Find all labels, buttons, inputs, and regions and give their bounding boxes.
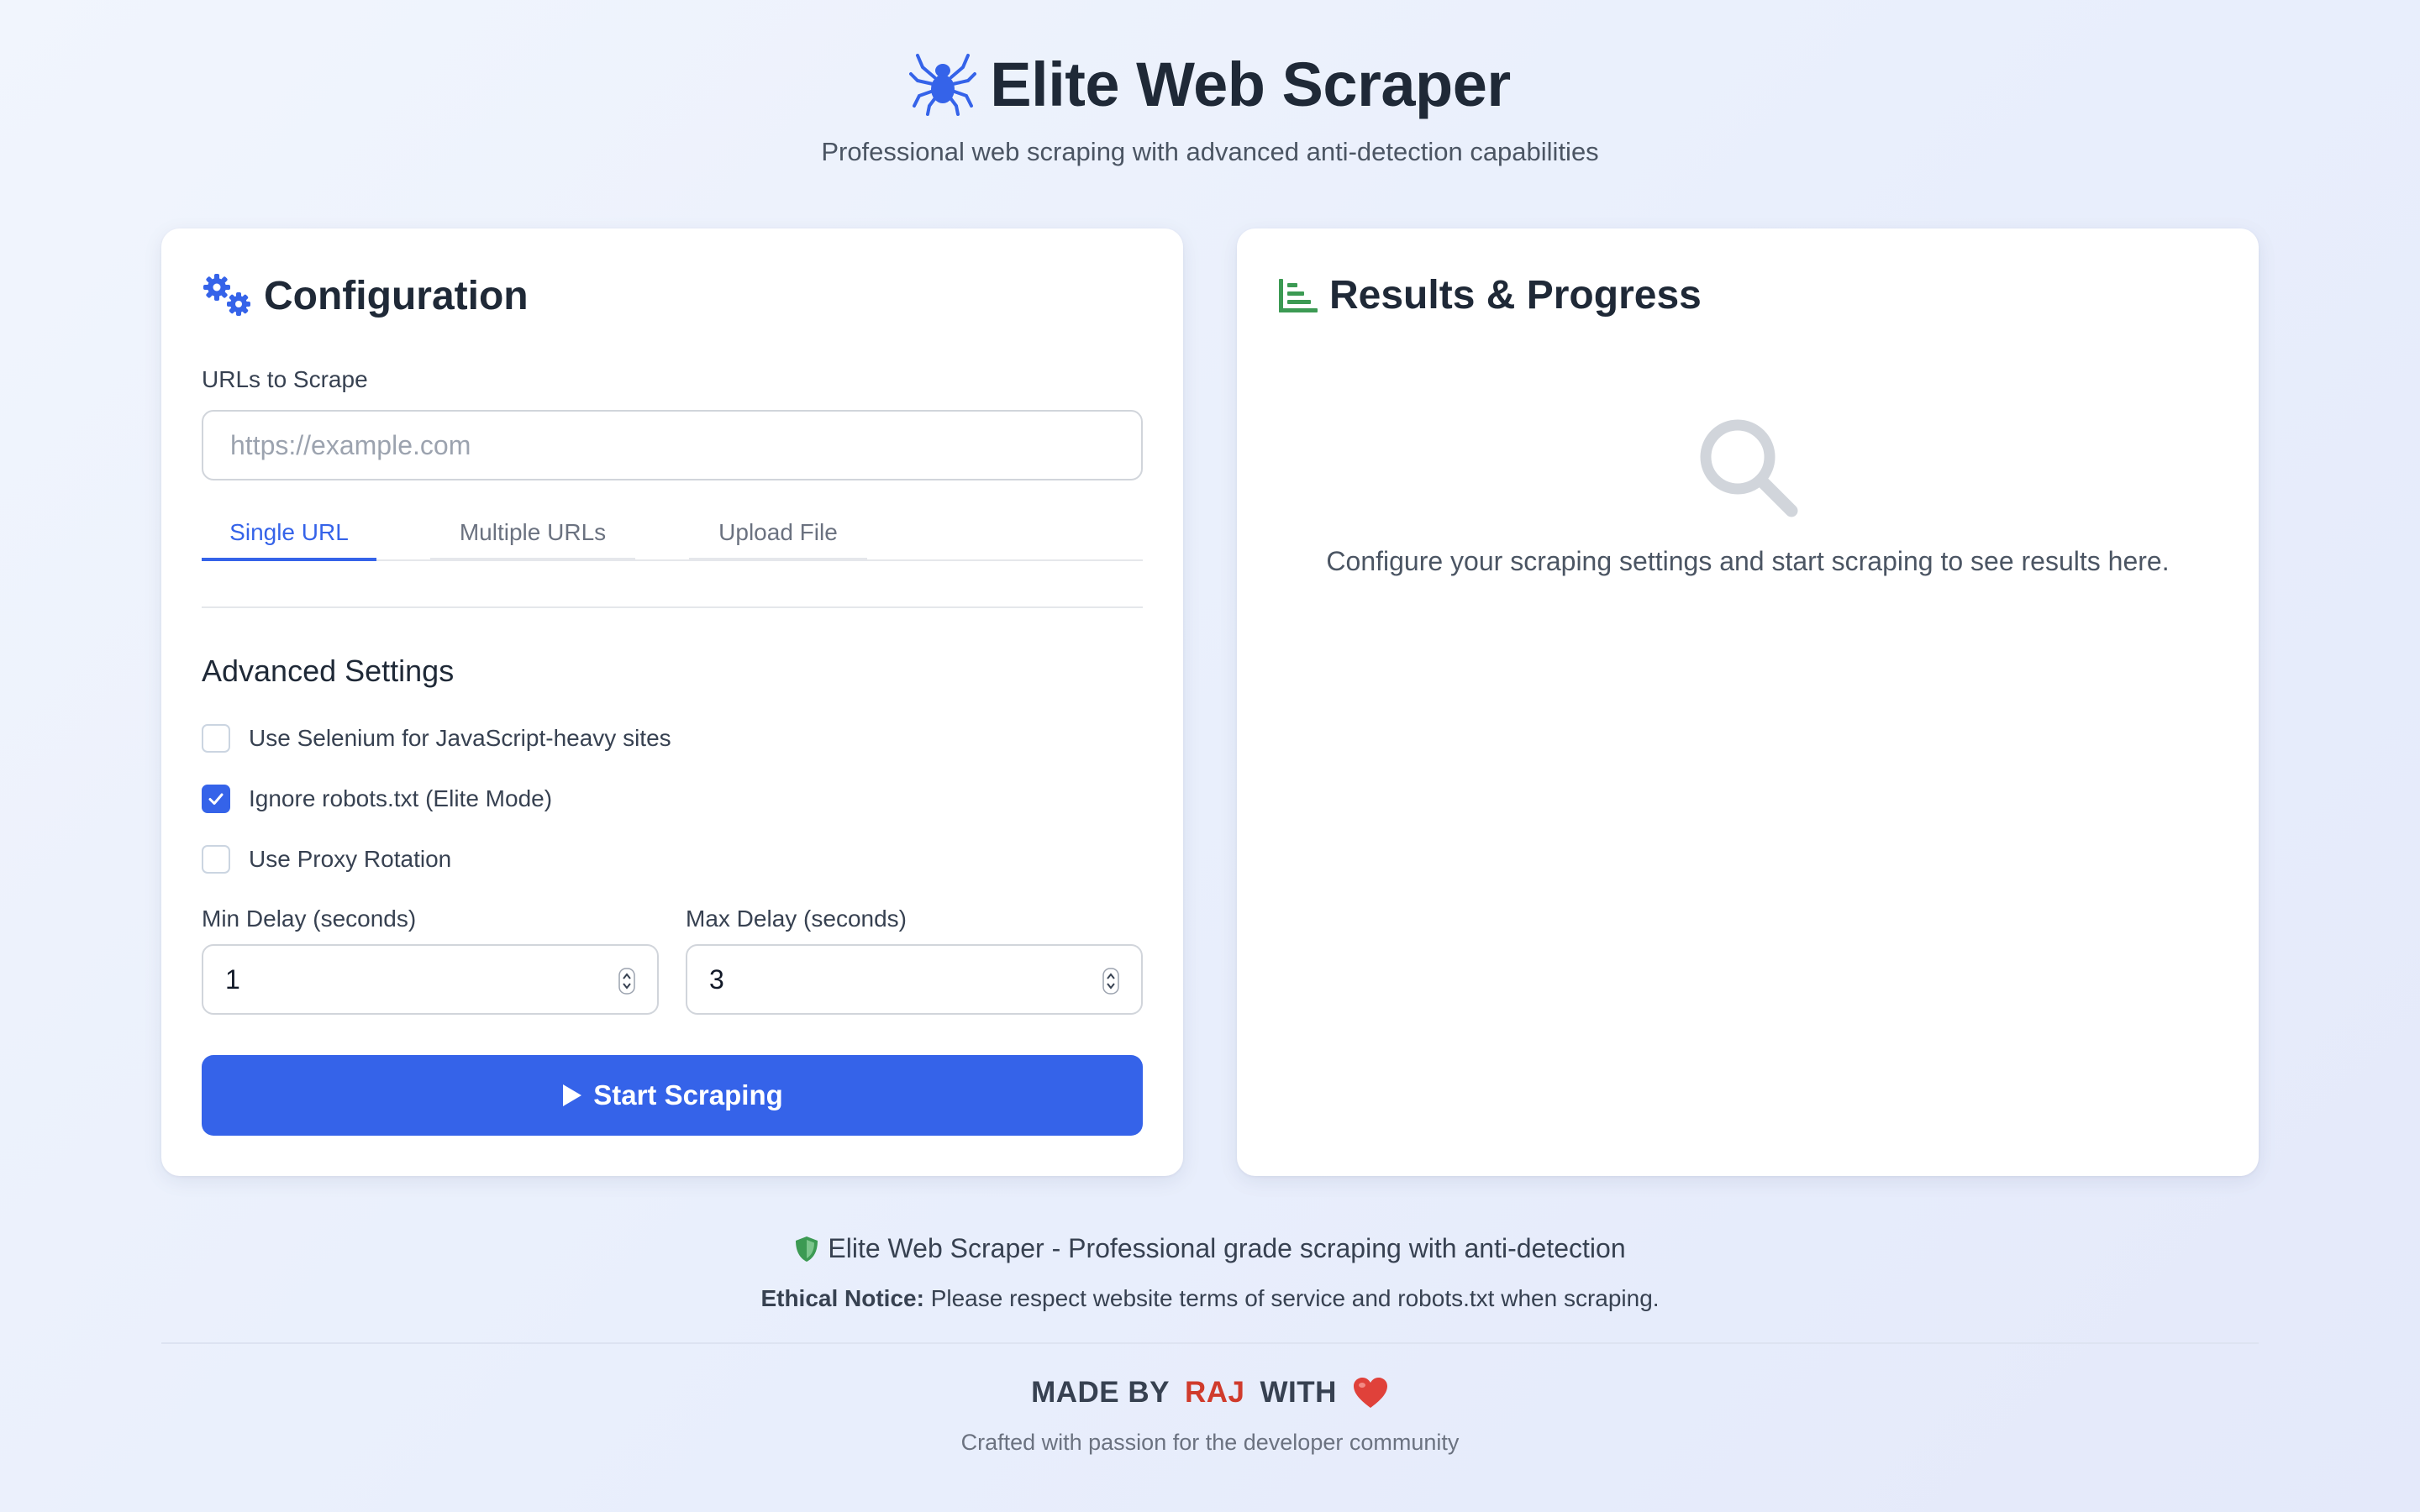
- min-delay-label: Min Delay (seconds): [202, 906, 417, 932]
- crafted-text: Crafted with passion for the developer c…: [960, 1430, 1460, 1455]
- url-input[interactable]: [202, 410, 1143, 480]
- option-ignore-robots[interactable]: Ignore robots.txt (Elite Mode): [202, 785, 552, 813]
- max-delay-value: 3: [709, 964, 724, 995]
- start-scraping-button[interactable]: Start Scraping: [202, 1055, 1143, 1136]
- page-title: Elite Web Scraper: [990, 50, 1511, 119]
- results-card: Results & Progress Configure your scrapi…: [1237, 228, 2259, 1176]
- chart-bar-icon: [1279, 278, 1318, 312]
- ethical-notice-text: Please respect website terms of service …: [930, 1285, 1660, 1311]
- configuration-heading: Configuration: [202, 272, 529, 319]
- shield-icon: [796, 1236, 818, 1262]
- spinner-arrows-icon[interactable]: [618, 968, 635, 995]
- search-icon: [1700, 419, 1798, 517]
- results-heading: Results & Progress: [1277, 272, 1702, 318]
- advanced-settings-title: Advanced Settings: [202, 654, 455, 688]
- spinner-arrows-icon[interactable]: [1102, 968, 1119, 995]
- configuration-card: Configuration URLs to Scrape Single URL …: [161, 228, 1183, 1176]
- option-selenium[interactable]: Use Selenium for JavaScript-heavy sites: [202, 724, 671, 753]
- proxy-rotation-checkbox[interactable]: [202, 845, 230, 874]
- tab-multiple-urls[interactable]: Multiple URLs: [430, 514, 635, 561]
- checkmark-icon: [208, 793, 224, 805]
- start-scraping-label: Start Scraping: [593, 1079, 783, 1110]
- made-by-text: MADE BY: [1031, 1376, 1170, 1409]
- author-name: RAJ: [1184, 1376, 1245, 1409]
- min-delay-value: 1: [225, 964, 240, 995]
- url-mode-tabs: Single URL Multiple URLs Upload File: [202, 514, 1143, 561]
- heart-icon: [1353, 1378, 1387, 1408]
- spider-icon: [909, 49, 977, 120]
- results-title: Results & Progress: [1329, 273, 1702, 318]
- tab-upload-file[interactable]: Upload File: [689, 514, 867, 561]
- play-icon: [563, 1084, 582, 1106]
- with-text: WITH: [1260, 1376, 1337, 1409]
- option-label: Ignore robots.txt (Elite Mode): [249, 785, 553, 811]
- max-delay-input[interactable]: 3: [686, 944, 1143, 1015]
- option-label: Use Selenium for JavaScript-heavy sites: [249, 725, 671, 751]
- configuration-title: Configuration: [264, 273, 529, 318]
- tab-single-url[interactable]: Single URL: [202, 514, 376, 561]
- ethical-notice: Ethical Notice: Please respect website t…: [0, 1285, 2420, 1312]
- max-delay-label: Max Delay (seconds): [686, 906, 907, 932]
- urls-label: URLs to Scrape: [202, 366, 368, 392]
- footer-tagline-row: Elite Web Scraper - Professional grade s…: [0, 1233, 2420, 1264]
- footer-tagline: Elite Web Scraper - Professional grade s…: [828, 1233, 1626, 1263]
- ignore-robots-checkbox[interactable]: [202, 785, 230, 813]
- results-empty-message: Configure your scraping settings and sta…: [1326, 546, 2170, 576]
- selenium-checkbox[interactable]: [202, 724, 230, 753]
- option-label: Use Proxy Rotation: [249, 846, 452, 872]
- gears-icon: [203, 274, 250, 316]
- page-header: Elite Web Scraper Professional web scrap…: [0, 49, 2420, 167]
- ethical-notice-label: Ethical Notice:: [760, 1285, 924, 1311]
- page-subtitle: Professional web scraping with advanced …: [821, 137, 1599, 166]
- made-by-row: MADE BY RAJ WITH: [0, 1376, 2420, 1410]
- footer-divider: [161, 1342, 2259, 1344]
- option-proxy-rotation[interactable]: Use Proxy Rotation: [202, 845, 451, 874]
- min-delay-input[interactable]: 1: [202, 944, 659, 1015]
- section-divider: [202, 606, 1143, 608]
